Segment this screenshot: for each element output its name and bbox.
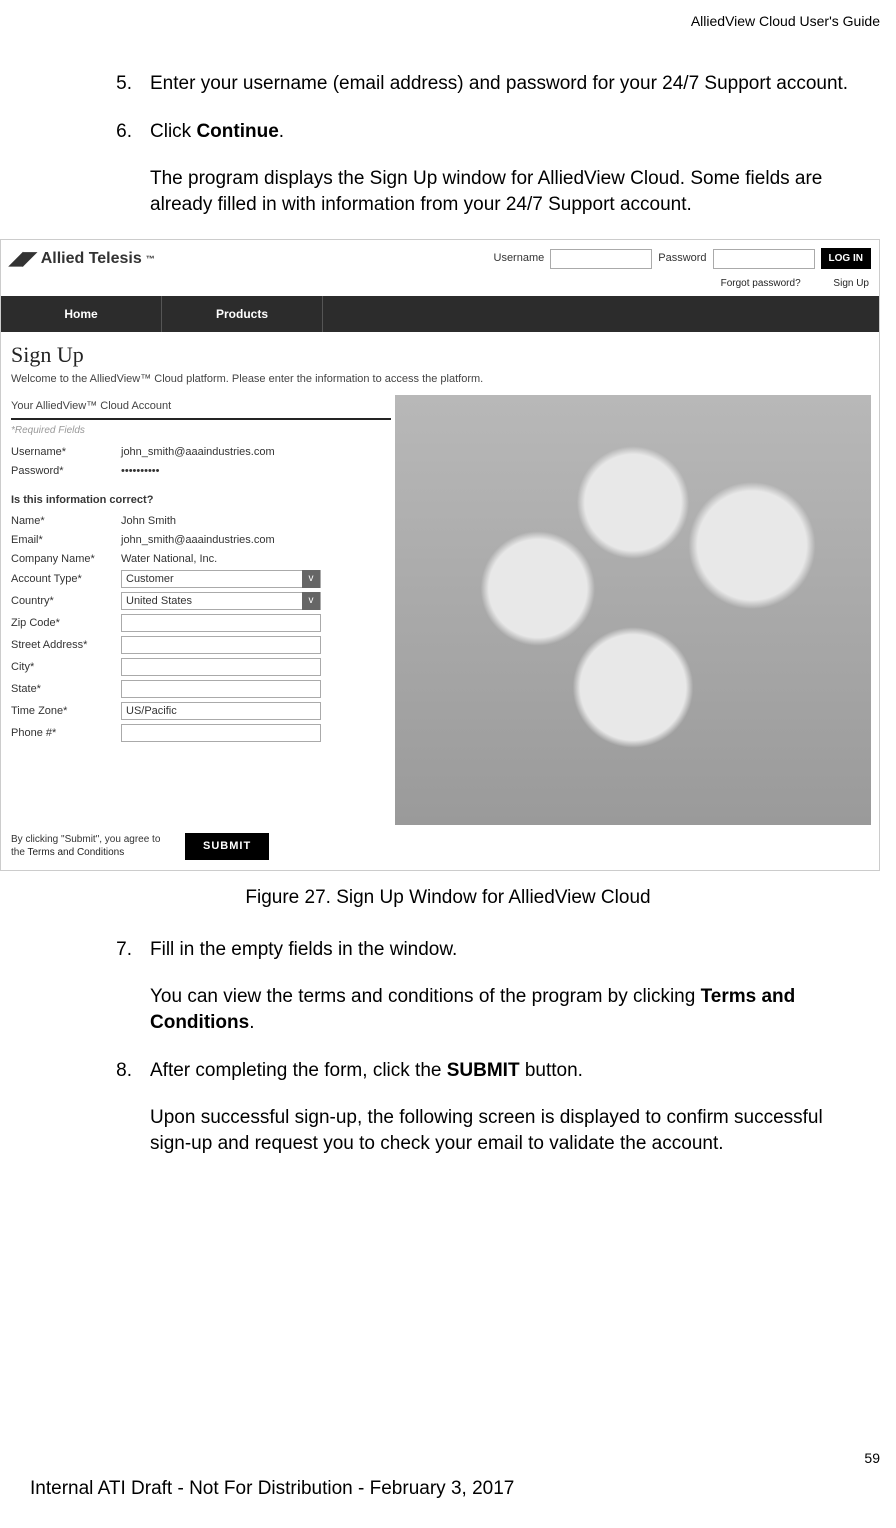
street-input[interactable] [121,636,321,654]
signup-form: Your AlliedView™ Cloud Account *Required… [1,395,391,825]
row-password: Password* •••••••••• [11,462,391,481]
step-6: 6. Click Continue. The program displays … [30,119,866,218]
username-input[interactable] [550,249,652,269]
required-note: *Required Fields [11,424,391,438]
draft-notice: Internal ATI Draft - Not For Distributio… [30,1476,514,1502]
step-number: 5. [30,71,150,97]
row-city: City* [11,656,391,678]
account-type-select[interactable]: Customerv [121,570,321,588]
step-text: After completing the form, click the SUB… [150,1058,866,1084]
step-text: Click Continue. [150,119,866,145]
step-text: Enter your username (email address) and … [150,71,866,97]
row-company: Company Name* Water National, Inc. [11,550,391,569]
login-button[interactable]: LOG IN [821,248,871,270]
terms-note: By clicking "Submit", you agree to the T… [11,833,171,860]
step-text: You can view the terms and conditions of… [150,984,866,1035]
step-8: 8. After completing the form, click the … [30,1058,866,1157]
login-links: Forgot password? Sign Up [1,277,879,297]
password-input[interactable] [713,249,815,269]
forgot-password-link[interactable]: Forgot password? [721,278,801,289]
section-confirm: Is this information correct? [11,493,391,508]
row-zip: Zip Code* [11,612,391,634]
city-input[interactable] [121,658,321,676]
username-label: Username [494,251,545,266]
timezone-input[interactable]: US/Pacific [121,702,321,720]
brand-bar: ◢◤ Allied Telesis™ Username Password LOG… [1,240,879,276]
step-text: Upon successful sign-up, the following s… [150,1105,866,1156]
hero-image [395,395,871,825]
row-username: Username* john_smith@aaaindustries.com [11,443,391,462]
phone-input[interactable] [121,724,321,742]
row-state: State* [11,678,391,700]
step-text: The program displays the Sign Up window … [150,166,866,217]
signup-heading: Sign Up [1,332,879,370]
nav-home[interactable]: Home [1,296,162,332]
step-5: 5. Enter your username (email address) a… [30,71,866,97]
section-account: Your AlliedView™ Cloud Account [11,395,391,420]
step-number: 8. [30,1058,150,1157]
row-phone: Phone #* [11,722,391,744]
row-country: Country* United Statesv [11,590,391,612]
step-number: 6. [30,119,150,218]
row-name: Name* John Smith [11,512,391,531]
welcome-text: Welcome to the AlliedView™ Cloud platfor… [1,370,879,395]
figure-caption: Figure 27. Sign Up Window for AlliedView… [0,885,896,911]
chevron-down-icon: v [302,592,320,610]
submit-area: By clicking "Submit", you agree to the T… [1,825,879,870]
page-number: 59 [864,1449,880,1468]
running-header: AlliedView Cloud User's Guide [0,0,896,31]
row-account-type: Account Type* Customerv [11,568,391,590]
row-street: Street Address* [11,634,391,656]
step-text: Fill in the empty fields in the window. [150,937,866,963]
nav-products[interactable]: Products [162,296,323,332]
country-select[interactable]: United Statesv [121,592,321,610]
password-label: Password [658,251,706,266]
step-number: 7. [30,937,150,1036]
nav-bar: Home Products [1,296,879,332]
row-email: Email* john_smith@aaaindustries.com [11,531,391,550]
figure-27-signup-window: ◢◤ Allied Telesis™ Username Password LOG… [0,239,880,871]
terms-link[interactable]: Terms and Conditions [28,847,125,858]
brand-logo: ◢◤ Allied Telesis™ [9,246,155,270]
step-7: 7. Fill in the empty fields in the windo… [30,937,866,1036]
state-input[interactable] [121,680,321,698]
chevron-down-icon: v [302,570,320,588]
row-timezone: Time Zone* US/Pacific [11,700,391,722]
zip-input[interactable] [121,614,321,632]
submit-button[interactable]: SUBMIT [185,833,269,860]
signup-link[interactable]: Sign Up [833,278,869,289]
logo-mark-icon: ◢◤ [9,246,37,270]
